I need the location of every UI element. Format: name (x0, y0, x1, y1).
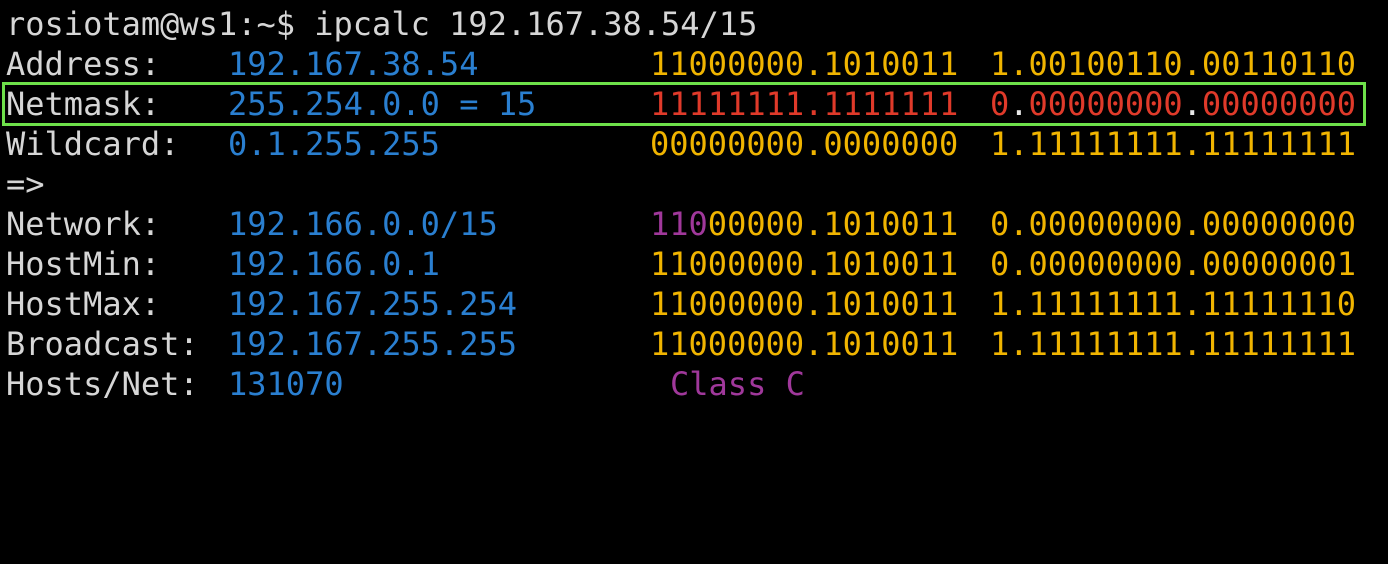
network-row: Network: 192.166.0.0/15 11000000.1010011… (6, 204, 1386, 244)
wildcard-binary-host-part: 1.11111111.11111111 (990, 125, 1357, 163)
broadcast-value: 192.167.255.255 (228, 325, 517, 363)
network-value: 192.166.0.0/15 (228, 205, 498, 243)
network-label: Network: (6, 205, 161, 243)
hostmin-label: HostMin: (6, 245, 161, 283)
network-class: Class C (670, 365, 805, 403)
hostsnet-value: 131070 (228, 365, 344, 403)
command-prompt: rosiotam@ws1:~$ ipcalc 192.167.38.54/15 (6, 5, 758, 43)
address-label: Address: (6, 45, 161, 83)
address-binary-host-part: 1.00100110.00110110 (990, 45, 1357, 83)
terminal-window[interactable]: rosiotam@ws1:~$ ipcalc 192.167.38.54/15 … (0, 0, 1388, 412)
arrow-row: => (6, 164, 1386, 204)
wildcard-binary-network-part: 00000000.0000000 (650, 125, 959, 163)
hostmax-binary-network-part: 11000000.1010011 (650, 285, 959, 323)
broadcast-row: Broadcast: 192.167.255.255 11000000.1010… (6, 324, 1386, 364)
network-class-bits: 110 (650, 205, 708, 243)
hostmin-binary-network-part: 11000000.1010011 (650, 245, 959, 283)
hostmax-row: HostMax: 192.167.255.254 11000000.101001… (6, 284, 1386, 324)
broadcast-binary-network-part: 11000000.1010011 (650, 325, 959, 363)
address-value: 192.167.38.54 (228, 45, 479, 83)
address-row: Address: 192.167.38.54 11000000.1010011 … (6, 44, 1386, 84)
wildcard-label: Wildcard: (6, 125, 180, 163)
network-binary-host-part: 0.00000000.00000000 (990, 205, 1357, 243)
hostmax-binary-host-part: 1.11111111.11111110 (990, 285, 1357, 323)
prompt-line: rosiotam@ws1:~$ ipcalc 192.167.38.54/15 (6, 4, 1386, 44)
hostmax-value: 192.167.255.254 (228, 285, 517, 323)
wildcard-value: 0.1.255.255 (228, 125, 440, 163)
hostmax-label: HostMax: (6, 285, 161, 323)
broadcast-label: Broadcast: (6, 325, 199, 363)
broadcast-binary-host-part: 1.11111111.11111111 (990, 325, 1357, 363)
hostmin-binary-host-part: 0.00000000.00000001 (990, 245, 1357, 283)
wildcard-row: Wildcard: 0.1.255.255 00000000.0000000 1… (6, 124, 1386, 164)
hostsnet-label: Hosts/Net: (6, 365, 199, 403)
hostsnet-row: Hosts/Net: 131070 Class C (6, 364, 1386, 404)
hostmin-row: HostMin: 192.166.0.1 11000000.1010011 0.… (6, 244, 1386, 284)
result-arrow: => (6, 165, 45, 203)
network-binary-network-part: 11000000.1010011 (650, 204, 958, 244)
netmask-highlight-box (2, 82, 1366, 126)
hostmin-value: 192.166.0.1 (228, 245, 440, 283)
network-binary-rest: 00000.1010011 (707, 205, 959, 243)
address-binary-network-part: 11000000.1010011 (650, 45, 959, 83)
